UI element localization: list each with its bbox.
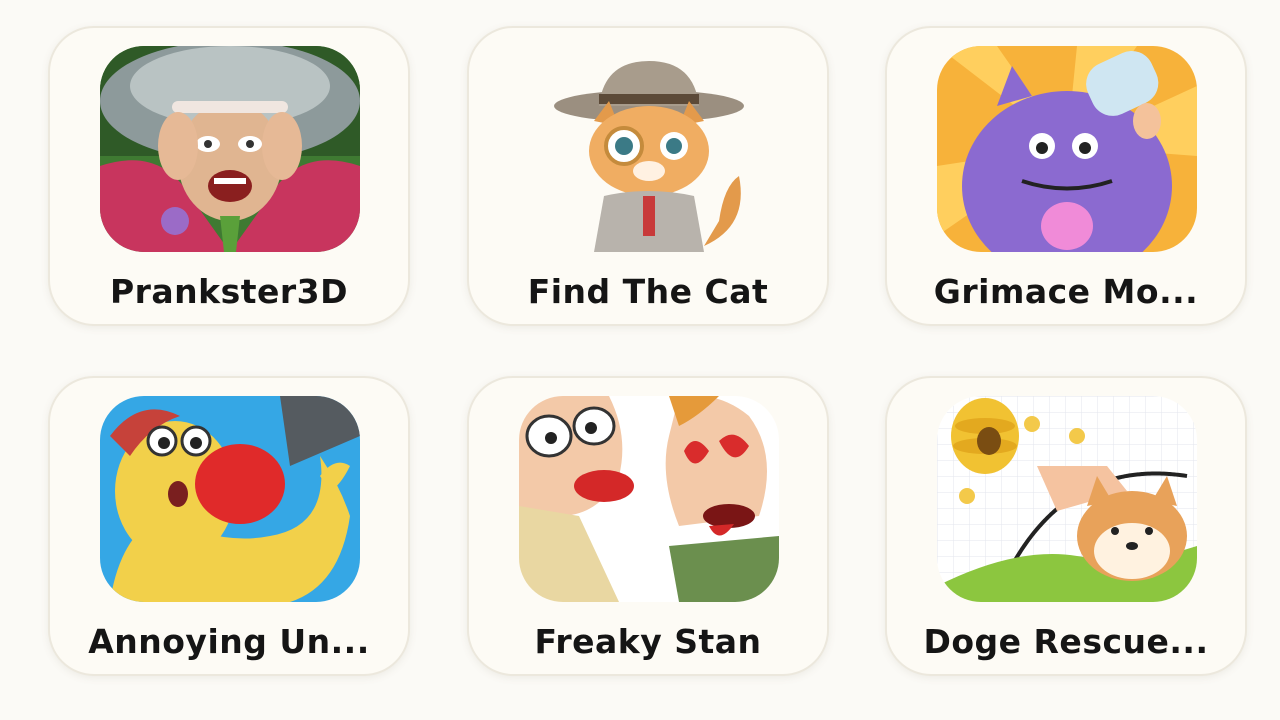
app-card-annoying[interactable]: Annoying Un... — [48, 376, 410, 676]
app-card-freaky-stan[interactable]: Freaky Stan — [467, 376, 829, 676]
detective-cat-icon[interactable] — [519, 46, 779, 252]
app-grid: Prankster3D Find The Cat Grimace Mo... A… — [0, 0, 1280, 720]
app-card-doge-rescue[interactable]: Doge Rescue... — [885, 376, 1247, 676]
app-card-find-the-cat[interactable]: Find The Cat — [467, 26, 829, 326]
purple-monster-icon[interactable] — [937, 46, 1197, 252]
app-name: Freaky Stan — [534, 622, 762, 661]
app-name: Doge Rescue... — [923, 622, 1209, 661]
angry-teacher-icon[interactable] — [100, 46, 360, 252]
boxing-glove-icon[interactable] — [100, 396, 360, 602]
app-name: Grimace Mo... — [933, 272, 1199, 311]
shiba-dog-bee-icon[interactable] — [937, 396, 1197, 602]
kissing-cartoon-icon[interactable] — [519, 396, 779, 602]
app-name: Annoying Un... — [88, 622, 370, 661]
app-card-prankster3d[interactable]: Prankster3D — [48, 26, 410, 326]
app-name: Prankster3D — [109, 272, 349, 311]
app-card-grimace[interactable]: Grimace Mo... — [885, 26, 1247, 326]
app-name: Find The Cat — [527, 272, 769, 311]
